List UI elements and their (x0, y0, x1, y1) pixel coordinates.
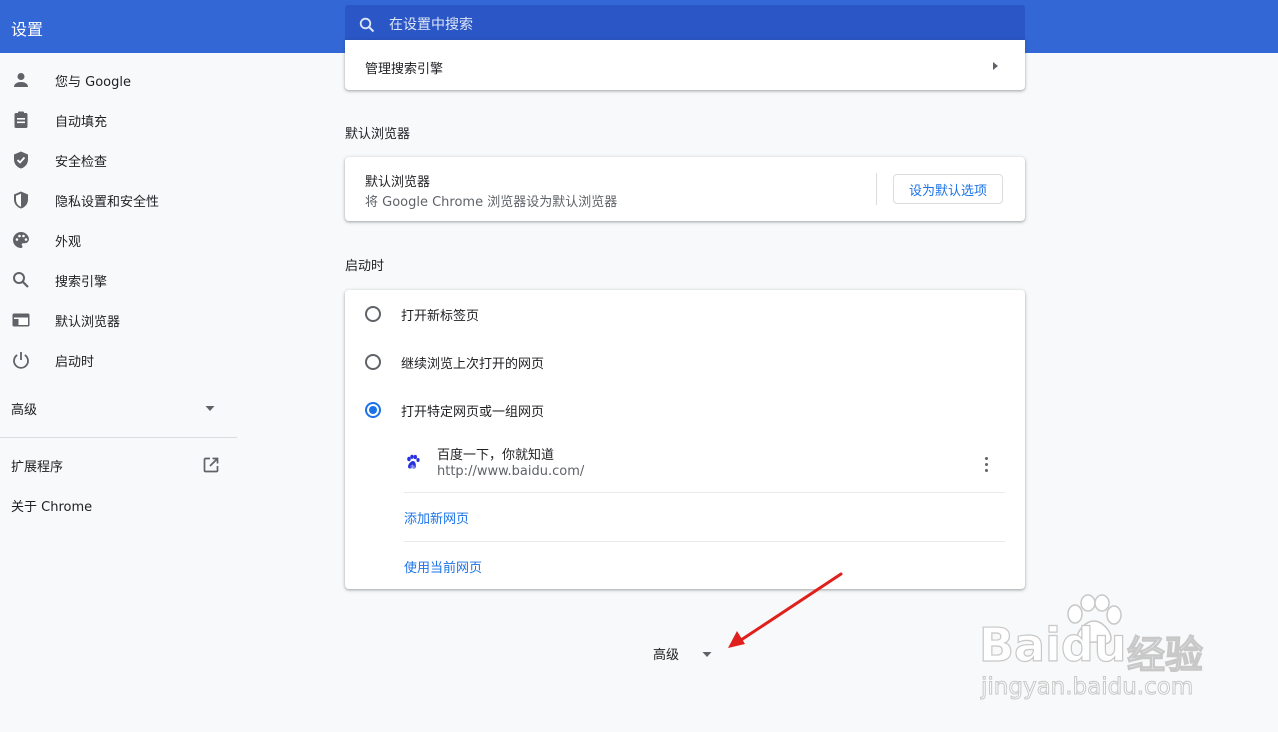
startup-page-title: 百度一下，你就知道 (437, 448, 555, 463)
search-icon (13, 272, 29, 288)
sidebar-item-appearance[interactable]: 外观 (0, 220, 237, 260)
use-current-pages-link[interactable]: 使用当前网页 (404, 557, 482, 576)
person-icon (14, 73, 28, 87)
watermark-brand: Baidu (978, 617, 1127, 672)
radio-label: 继续浏览上次打开的网页 (401, 357, 545, 372)
chevron-right-icon[interactable] (990, 61, 1000, 71)
search-box[interactable] (345, 5, 1025, 45)
sidebar-advanced-label: 高级 (11, 402, 38, 418)
radio-open-new-tab[interactable] (365, 306, 381, 322)
shield-check-icon (14, 151, 28, 169)
watermark-url: jingyan.baidu.com (980, 674, 1194, 701)
radio-label: 打开特定网页或一组网页 (401, 405, 545, 420)
sidebar-item-default-browser[interactable]: 默认浏览器 (0, 300, 237, 340)
svg-text:du: du (410, 464, 416, 469)
sidebar-item-label: 搜索引擎 (55, 274, 108, 290)
annotation-arrow (728, 572, 843, 648)
sidebar-item-privacy[interactable]: 隐私设置和安全性 (0, 180, 237, 220)
sidebar-item-you-and-google[interactable]: 您与 Google (0, 60, 237, 100)
sidebar-item-label: 扩展程序 (11, 459, 64, 475)
sidebar-item-label: 隐私设置和安全性 (55, 194, 160, 210)
clipboard-icon (14, 111, 28, 128)
make-default-button[interactable]: 设为默认选项 (893, 174, 1003, 204)
sidebar-item-label: 安全检查 (55, 154, 108, 170)
caret-down-icon (205, 406, 215, 411)
default-browser-card: 默认浏览器 将 Google Chrome 浏览器设为默认浏览器 设为默认选项 (345, 157, 1025, 221)
baidu-watermark: Baidu 经验 jingyan.baidu.com (975, 590, 1235, 702)
radio-label: 打开新标签页 (401, 309, 480, 324)
radio-open-specific-pages[interactable] (365, 402, 381, 418)
divider (404, 492, 1005, 493)
sidebar-item-safety-check[interactable]: 安全检查 (0, 140, 237, 180)
shield-icon (14, 191, 28, 209)
divider (404, 541, 1005, 542)
baidu-paw-icon: du (407, 454, 420, 469)
more-actions-icon[interactable] (975, 453, 999, 477)
sidebar-advanced-toggle[interactable]: 高级 (0, 388, 237, 428)
manage-search-engines-link[interactable]: 管理搜索引擎 (365, 58, 443, 77)
sidebar-divider (0, 437, 237, 438)
default-browser-section-title: 默认浏览器 (345, 127, 411, 142)
sidebar-item-label: 您与 Google (55, 74, 131, 90)
sidebar-item-on-startup[interactable]: 启动时 (0, 340, 237, 380)
browser-window-icon (12, 313, 30, 327)
sidebar: 您与 Google 自动填充 安全检查 隐私设置和安全性 外观 搜索引擎 默认浏… (0, 53, 237, 732)
watermark-suffix: 经验 (1126, 632, 1204, 677)
open-in-new-icon (203, 457, 219, 473)
search-input[interactable] (389, 5, 989, 45)
sidebar-item-label: 启动时 (55, 354, 95, 370)
vertical-separator (876, 173, 877, 205)
search-engine-card: 管理搜索引擎 (345, 40, 1025, 90)
default-browser-row-title: 默认浏览器 (365, 175, 431, 190)
sidebar-item-search-engine[interactable]: 搜索引擎 (0, 260, 237, 300)
sidebar-item-autofill[interactable]: 自动填充 (0, 100, 237, 140)
sidebar-item-label: 外观 (55, 234, 82, 250)
sidebar-item-label: 关于 Chrome (11, 499, 93, 515)
app-title: 设置 (11, 20, 44, 39)
startup-section-title: 启动时 (345, 259, 385, 274)
startup-page-url: http://www.baidu.com/ (437, 464, 585, 479)
advanced-toggle-button[interactable]: 高级 (640, 640, 730, 666)
sidebar-item-label: 默认浏览器 (55, 314, 121, 330)
sidebar-item-about-chrome[interactable]: 关于 Chrome (0, 485, 237, 525)
power-icon (13, 352, 29, 369)
palette-icon (13, 231, 30, 248)
default-browser-row-subtitle: 将 Google Chrome 浏览器设为默认浏览器 (365, 195, 618, 210)
startup-card: 打开新标签页 继续浏览上次打开的网页 打开特定网页或一组网页 du 百度一下，你… (345, 290, 1025, 589)
sidebar-item-extensions[interactable]: 扩展程序 (0, 445, 237, 485)
advanced-label: 高级 (653, 648, 680, 663)
search-icon (359, 17, 375, 33)
sidebar-item-label: 自动填充 (55, 114, 108, 130)
radio-continue-where-left[interactable] (365, 354, 381, 370)
caret-down-icon (702, 652, 712, 657)
add-new-page-link[interactable]: 添加新网页 (404, 508, 469, 527)
